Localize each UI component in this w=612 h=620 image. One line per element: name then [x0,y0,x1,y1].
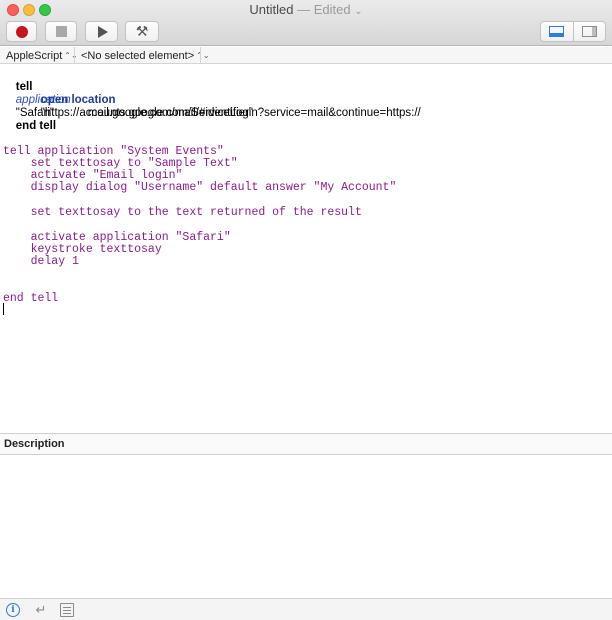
language-label: AppleScript [6,50,63,62]
script-editor[interactable]: tell application "Safari" open location … [0,65,612,433]
string: mail.google.com/mail/#identifier" [87,107,253,119]
bottom-toolbar: i ↵ [0,598,612,620]
return-icon[interactable]: ↵ [34,602,48,617]
play-icon [97,25,108,38]
show-side-pane-button[interactable] [572,22,606,41]
bottom-pane-icon [549,26,565,37]
chevron-down-icon: ⌄ [354,6,363,17]
view-toggle [540,21,606,42]
divider [200,47,201,64]
element-label: <No selected element> [81,50,195,62]
info-icon[interactable]: i [6,603,20,617]
stop-icon [55,26,67,37]
edited-label: Edited [313,2,351,17]
show-bottom-pane-button[interactable] [541,22,573,41]
keyword: end tell [15,120,57,132]
element-popup[interactable]: <No selected element> ⌃⌄ [81,49,210,63]
code-line: delay 1 [3,255,79,268]
window-title[interactable]: Untitled — Edited ⌄ [0,2,612,17]
updown-icon: ⌃⌄ [196,51,210,60]
language-popup[interactable]: AppleScript ⌃⌄ [6,49,78,63]
description-title: Description [4,438,65,450]
title-bar: Untitled — Edited ⌄ ⚒ [0,0,612,46]
compile-button[interactable]: ⚒ [125,21,159,42]
code-line: set texttosay to the text returned of th… [3,206,362,219]
title-separator: — [293,2,314,17]
side-pane-icon [581,26,597,37]
list-icon[interactable] [60,603,74,617]
code-line: mail.google.com/mail/#identifier" [75,94,253,133]
document-name: Untitled [249,2,294,17]
divider [74,47,75,64]
record-icon [15,25,28,38]
run-button[interactable] [85,21,118,42]
updown-icon: ⌃⌄ [64,51,78,60]
stop-button[interactable] [45,21,77,42]
description-header: Description [0,433,612,455]
record-button[interactable] [6,21,37,42]
navigation-bar: AppleScript ⌃⌄ <No selected element> ⌃⌄ [0,47,612,64]
text-cursor [3,303,4,315]
hammer-icon: ⚒ [135,23,149,39]
code-line: end tell [3,107,56,146]
code-line: display dialog "Username" default answer… [3,181,397,194]
code-line: end tell [3,292,59,305]
description-pane[interactable] [0,455,612,598]
